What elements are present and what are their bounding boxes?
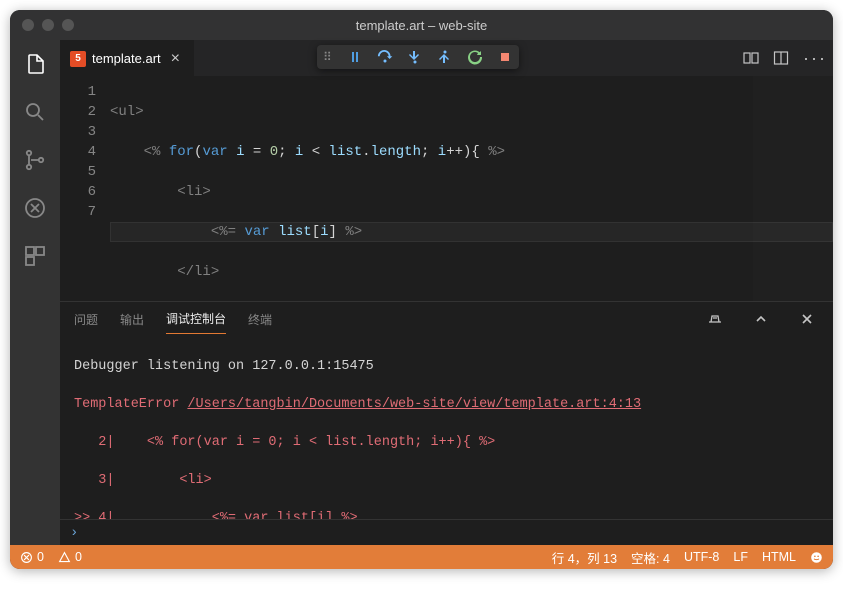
window-close[interactable] (22, 19, 34, 31)
console-line: TemplateError /Users/tangbin/Documents/w… (74, 395, 819, 414)
minimap[interactable] (753, 76, 833, 301)
debug-toolbar: ⠿ (317, 45, 519, 69)
status-indent[interactable]: 空格: 4 (631, 548, 670, 567)
tab-output[interactable]: 输出 (120, 305, 144, 334)
stop-button[interactable] (497, 49, 513, 65)
compare-icon[interactable] (743, 50, 759, 66)
pause-button[interactable] (347, 49, 363, 65)
status-cursor[interactable]: 行 4，列 13 (552, 548, 617, 567)
extensions-icon[interactable] (21, 242, 49, 270)
html5-icon: 5 (70, 51, 86, 67)
more-icon[interactable]: ··· (803, 48, 827, 69)
grip-icon[interactable]: ⠿ (323, 50, 333, 64)
clear-icon[interactable] (703, 311, 727, 327)
code-area[interactable]: <ul> <% for(var i = 0; i < list.length; … (110, 76, 833, 301)
tab-label: template.art (92, 51, 161, 66)
activity-bar (10, 40, 60, 545)
window-zoom[interactable] (62, 19, 74, 31)
close-icon[interactable]: × (167, 50, 184, 68)
repl-prompt: › (70, 525, 78, 541)
tab-debug-console[interactable]: 调试控制台 (166, 304, 226, 334)
console-line: >> 4| <%= var list[i] %> (74, 509, 819, 519)
repl-input[interactable]: › (60, 519, 833, 545)
status-errors[interactable]: 0 (20, 550, 44, 564)
source-control-icon[interactable] (21, 146, 49, 174)
status-encoding[interactable]: UTF-8 (684, 550, 719, 564)
console-line: Debugger listening on 127.0.0.1:15475 (74, 357, 819, 376)
step-over-button[interactable] (377, 49, 393, 65)
split-editor-icon[interactable] (773, 50, 789, 66)
restart-button[interactable] (467, 49, 483, 65)
tab-problems[interactable]: 问题 (74, 305, 98, 334)
search-icon[interactable] (21, 98, 49, 126)
window-title: template.art – web-site (10, 18, 833, 33)
status-bar: 0 0 行 4，列 13 空格: 4 UTF-8 LF HTML (10, 545, 833, 569)
gutter: 1 2 3 4 5 6 7 (60, 76, 110, 301)
error-path-link[interactable]: /Users/tangbin/Documents/web-site/view/t… (187, 397, 641, 412)
titlebar: template.art – web-site (10, 10, 833, 40)
debug-console[interactable]: Debugger listening on 127.0.0.1:15475 Te… (60, 336, 833, 519)
tab-template-art[interactable]: 5 template.art × (60, 40, 194, 76)
status-language[interactable]: HTML (762, 550, 796, 564)
explorer-icon[interactable] (21, 50, 49, 78)
debug-icon[interactable] (21, 194, 49, 222)
step-out-button[interactable] (437, 49, 453, 65)
code-editor[interactable]: 1 2 3 4 5 6 7 <ul> <% for(var i = 0; i <… (60, 76, 833, 301)
console-line: 2| <% for(var i = 0; i < list.length; i+… (74, 433, 819, 452)
status-eol[interactable]: LF (733, 550, 748, 564)
collapse-icon[interactable] (749, 311, 773, 327)
status-warnings[interactable]: 0 (58, 550, 82, 564)
console-line: 3| <li> (74, 471, 819, 490)
bottom-panel: 问题 输出 调试控制台 终端 Debugger listening on 127… (60, 301, 833, 545)
feedback-icon[interactable] (810, 551, 823, 564)
close-panel-icon[interactable] (795, 311, 819, 327)
window-minimize[interactable] (42, 19, 54, 31)
tab-terminal[interactable]: 终端 (248, 305, 272, 334)
step-into-button[interactable] (407, 49, 423, 65)
